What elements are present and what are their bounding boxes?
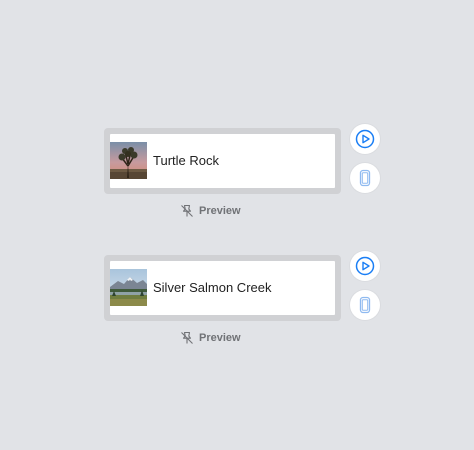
live-preview-play-button[interactable] (350, 251, 380, 281)
preview-caption: Preview (180, 203, 241, 219)
play-circle-icon (355, 256, 375, 276)
preview-turtle-rock: Turtle Rock Preview (0, 124, 474, 238)
landmark-name: Turtle Rock (153, 153, 219, 168)
landmark-row[interactable]: Turtle Rock (110, 134, 335, 188)
preview-canvas-frame: Turtle Rock (104, 128, 341, 194)
preview-pin-slash-icon (181, 331, 193, 344)
preview-pin-slash-icon (181, 204, 193, 217)
preview-caption: Preview (180, 330, 241, 346)
live-preview-play-button[interactable] (350, 124, 380, 154)
preview-label: Preview (199, 332, 241, 344)
preview-label: Preview (199, 205, 241, 217)
preview-on-device-button[interactable] (350, 163, 380, 193)
landmark-thumbnail (110, 142, 147, 179)
device-icon (359, 296, 371, 314)
device-icon (359, 169, 371, 187)
play-circle-icon (355, 129, 375, 149)
preview-canvas-frame: Silver Salmon Creek (104, 255, 341, 321)
landmark-name: Silver Salmon Creek (153, 280, 272, 295)
preview-silver-salmon-creek: Silver Salmon Creek Preview (0, 251, 474, 365)
landmark-thumbnail (110, 269, 147, 306)
preview-on-device-button[interactable] (350, 290, 380, 320)
landmark-row[interactable]: Silver Salmon Creek (110, 261, 335, 315)
